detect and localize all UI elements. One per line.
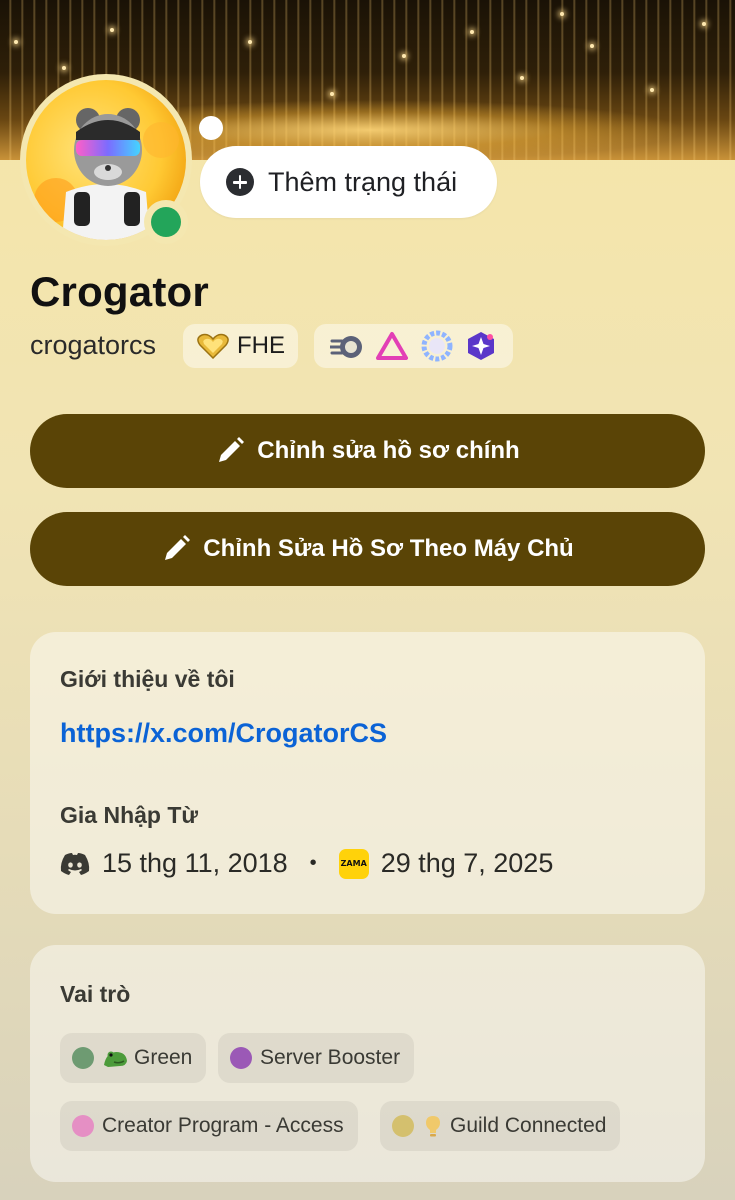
online-status-indicator [151,207,181,237]
role-label: Guild Connected [450,1114,607,1137]
edit-main-profile-label: Chỉnh sửa hồ sơ chính [257,437,520,464]
role-label: Creator Program - Access [102,1114,344,1137]
server-icon: ZAMA [338,848,369,879]
add-status-button[interactable]: Thêm trạng thái [200,146,497,218]
quest-badge-icon[interactable] [466,331,496,361]
role-chip-green[interactable]: Green [60,1033,207,1083]
edit-server-profile-label: Chỉnh Sửa Hồ Sơ Theo Máy Chủ [203,535,574,562]
pencil-icon [219,437,245,462]
role-color-dot [72,1115,94,1137]
display-name: Crogator [30,268,209,315]
frog-icon [102,1047,128,1069]
role-chip-guild-connected[interactable]: Guild Connected [380,1101,621,1151]
discord-join-date: 15 thg 11, 2018 [102,848,288,878]
roles-title: Vai trò [60,981,131,1007]
lightbulb-icon [422,1114,444,1138]
role-label: Server Booster [260,1046,401,1069]
triangle-badge-icon[interactable] [376,331,408,361]
member-since-title: Gia Nhập Từ [60,802,199,828]
role-color-dot [392,1115,414,1137]
status-bubble-tail [199,116,223,140]
role-color-dot [230,1047,252,1069]
guild-tag-label: FHE [237,332,285,359]
edit-server-profile-button[interactable]: Chỉnh Sửa Hồ Sơ Theo Máy Chủ [30,512,705,586]
pencil-icon [165,535,191,560]
guild-tag-badge[interactable]: FHE [183,324,298,368]
heart-badge-icon [197,333,229,359]
profile-badges [314,324,513,368]
server-join-date: 29 thg 7, 2025 [380,848,554,878]
about-me-link[interactable]: https://x.com/CrogatorCS [60,718,387,749]
edit-main-profile-button[interactable]: Chỉnh sửa hồ sơ chính [30,414,705,488]
discord-icon [60,852,90,875]
date-separator: • [309,852,317,874]
role-chip-creator-program[interactable]: Creator Program - Access [60,1101,358,1151]
speed-badge-icon[interactable] [330,331,364,361]
laurel-badge-icon[interactable] [420,330,454,362]
role-chip-server-booster[interactable]: Server Booster [218,1033,415,1083]
role-color-dot [72,1047,94,1069]
role-label: Green [134,1046,193,1069]
username[interactable]: crogatorcs [30,330,156,361]
roles-card: Vai trò Green Server Booster Creator Pro… [30,945,705,1182]
add-status-label: Thêm trạng thái [268,166,458,197]
member-since-row: 15 thg 11, 2018 • ZAMA 29 thg 7, 2025 [60,848,553,879]
about-me-title: Giới thiệu về tôi [60,666,235,692]
about-me-card: Giới thiệu về tôi https://x.com/Crogator… [30,632,705,914]
plus-icon [226,168,254,196]
